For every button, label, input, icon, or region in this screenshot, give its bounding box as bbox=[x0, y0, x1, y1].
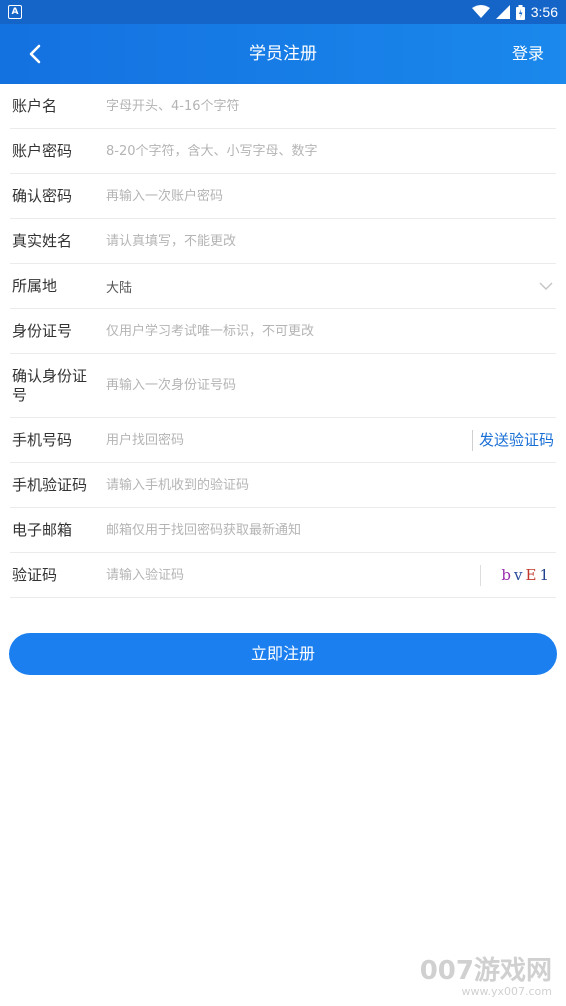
phone-input[interactable] bbox=[106, 418, 456, 462]
register-button[interactable]: 立即注册 bbox=[9, 633, 557, 675]
password-label: 账户密码 bbox=[12, 141, 73, 160]
watermark-sub: www.yx007.com bbox=[461, 985, 552, 998]
captcha-image[interactable]: bvE1 bbox=[480, 565, 552, 586]
confirm-password-label: 确认密码 bbox=[12, 186, 73, 205]
captcha-char: v bbox=[514, 566, 526, 584]
clock: 3:56 bbox=[530, 4, 558, 20]
chevron-down-icon[interactable] bbox=[538, 278, 554, 294]
sms-code-input[interactable] bbox=[106, 463, 546, 507]
id-number-label: 身份证号 bbox=[12, 321, 73, 340]
login-link[interactable]: 登录 bbox=[512, 24, 544, 84]
sms-code-label: 手机验证码 bbox=[12, 475, 88, 494]
form-row-email: 电子邮箱 bbox=[10, 508, 556, 553]
status-bar: A 3:56 bbox=[0, 0, 566, 24]
captcha-input[interactable] bbox=[106, 553, 456, 597]
back-button[interactable] bbox=[22, 40, 50, 68]
email-label: 电子邮箱 bbox=[12, 520, 73, 539]
captcha-char: E bbox=[525, 566, 540, 584]
account-name-input[interactable] bbox=[106, 84, 546, 128]
region-select-value[interactable]: 大陆 bbox=[106, 264, 132, 308]
form-row-phone: 手机号码 发送验证码 bbox=[10, 418, 556, 463]
app-notification-icon: A bbox=[8, 5, 22, 19]
battery-icon bbox=[515, 4, 525, 20]
phone-label: 手机号码 bbox=[12, 430, 73, 449]
form-row-sms-code: 手机验证码 bbox=[10, 463, 556, 508]
watermark: 007游戏网 www.yx007.com bbox=[420, 957, 552, 998]
confirm-password-input[interactable] bbox=[106, 174, 546, 218]
form-row-confirm-id: 确认身份证号 bbox=[10, 354, 556, 418]
account-name-label: 账户名 bbox=[12, 96, 58, 115]
app-header: 学员注册 登录 bbox=[0, 24, 566, 84]
id-number-input[interactable] bbox=[106, 309, 546, 353]
form-row-password: 账户密码 bbox=[10, 129, 556, 174]
password-input[interactable] bbox=[106, 129, 546, 173]
wifi-icon bbox=[471, 5, 490, 18]
real-name-label: 真实姓名 bbox=[12, 231, 73, 250]
captcha-char: 1 bbox=[539, 566, 552, 584]
form-row-account-name: 账户名 bbox=[10, 84, 556, 129]
form-row-real-name: 真实姓名 bbox=[10, 219, 556, 264]
chevron-left-icon bbox=[29, 44, 41, 64]
page-title: 学员注册 bbox=[249, 44, 317, 64]
captcha-label: 验证码 bbox=[12, 565, 58, 584]
form-row-captcha: 验证码 bvE1 bbox=[10, 553, 556, 598]
registration-form: 账户名 账户密码 确认密码 真实姓名 所属地 大陆 身份证号 确认身份证号 手机… bbox=[0, 84, 566, 598]
watermark-main: 007游戏网 bbox=[419, 956, 552, 986]
region-label: 所属地 bbox=[12, 276, 58, 295]
email-input[interactable] bbox=[106, 508, 546, 552]
form-row-id-number: 身份证号 bbox=[10, 309, 556, 354]
real-name-input[interactable] bbox=[106, 219, 546, 263]
form-row-region[interactable]: 所属地 大陆 bbox=[10, 264, 556, 309]
captcha-char: b bbox=[501, 566, 515, 584]
confirm-id-label: 确认身份证号 bbox=[12, 366, 88, 404]
form-row-confirm-password: 确认密码 bbox=[10, 174, 556, 219]
signal-icon bbox=[495, 5, 510, 19]
confirm-id-input[interactable] bbox=[106, 354, 546, 417]
send-code-button[interactable]: 发送验证码 bbox=[471, 430, 554, 451]
